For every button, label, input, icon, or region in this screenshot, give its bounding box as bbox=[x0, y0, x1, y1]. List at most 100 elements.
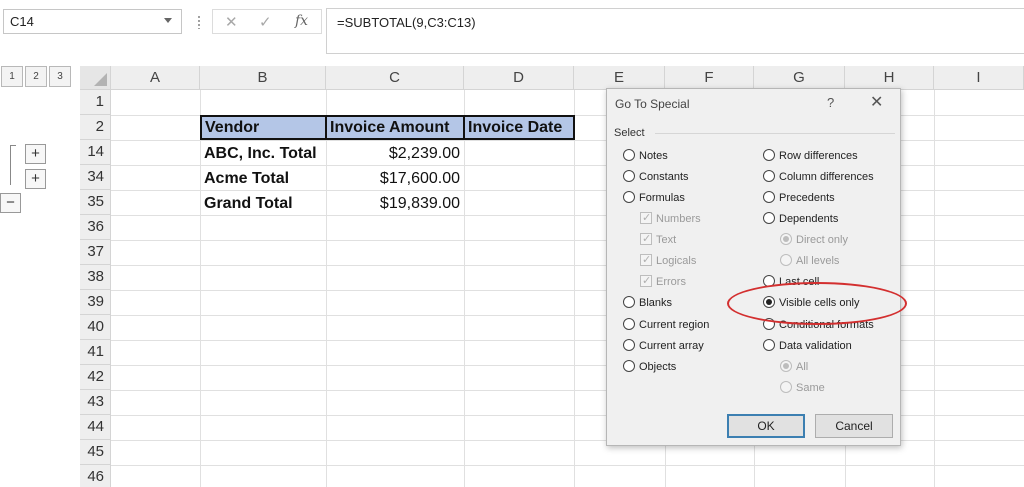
row-header[interactable]: 35 bbox=[80, 190, 111, 215]
option-current-region[interactable]: Current region bbox=[623, 317, 709, 333]
cell-b35[interactable]: Grand Total bbox=[200, 191, 326, 216]
radio-icon bbox=[780, 381, 792, 393]
radio-icon[interactable] bbox=[763, 191, 775, 203]
column-header-e[interactable]: E bbox=[574, 66, 665, 90]
radio-icon[interactable] bbox=[623, 149, 635, 161]
cell-c34[interactable]: $17,600.00 bbox=[326, 166, 464, 191]
cell-c35[interactable]: $19,839.00 bbox=[326, 191, 464, 216]
close-icon[interactable]: ✕ bbox=[870, 92, 883, 112]
cell-c2-header[interactable]: Invoice Amount bbox=[325, 115, 465, 140]
row-header[interactable]: 36 bbox=[80, 215, 111, 240]
cancel-icon[interactable]: ✕ bbox=[225, 13, 238, 31]
option-data-validation[interactable]: Data validation bbox=[763, 338, 852, 354]
row-header[interactable]: 37 bbox=[80, 240, 111, 265]
outline-group-tick bbox=[10, 145, 16, 146]
row-header[interactable]: 46 bbox=[80, 465, 111, 487]
column-header-a[interactable]: A bbox=[111, 66, 200, 90]
option-validation-all: All bbox=[780, 359, 808, 375]
radio-icon[interactable] bbox=[763, 212, 775, 224]
option-label: Data validation bbox=[779, 340, 852, 352]
option-row-differences[interactable]: Row differences bbox=[763, 148, 858, 164]
radio-icon[interactable] bbox=[763, 170, 775, 182]
dialog-title: Go To Special bbox=[615, 97, 690, 111]
outline-level-2-button[interactable]: 2 bbox=[25, 66, 47, 87]
column-header-d[interactable]: D bbox=[464, 66, 574, 90]
row-header[interactable]: 40 bbox=[80, 315, 111, 340]
option-label: Column differences bbox=[779, 171, 874, 183]
drag-handle-icon[interactable] bbox=[198, 15, 200, 29]
radio-icon[interactable] bbox=[623, 296, 635, 308]
checkbox-icon bbox=[640, 252, 652, 268]
option-notes[interactable]: Notes bbox=[623, 148, 668, 164]
option-current-array[interactable]: Current array bbox=[623, 338, 704, 354]
row-header[interactable]: 14 bbox=[80, 140, 111, 165]
formula-text: =SUBTOTAL(9,C3:C13) bbox=[337, 15, 476, 30]
cell-b34[interactable]: Acme Total bbox=[200, 166, 326, 191]
option-formulas[interactable]: Formulas bbox=[623, 190, 685, 206]
row-header[interactable]: 34 bbox=[80, 165, 111, 190]
name-box[interactable]: C14 bbox=[3, 9, 182, 34]
row-header[interactable]: 1 bbox=[80, 90, 111, 115]
row-header[interactable]: 38 bbox=[80, 265, 111, 290]
grid-line bbox=[464, 90, 465, 487]
cell-b14[interactable]: ABC, Inc. Total bbox=[200, 141, 326, 166]
radio-icon bbox=[780, 360, 792, 372]
radio-icon[interactable] bbox=[623, 360, 635, 372]
radio-icon[interactable] bbox=[763, 339, 775, 351]
checkbox-icon bbox=[640, 273, 652, 289]
chevron-down-icon[interactable] bbox=[164, 18, 172, 23]
select-group-label: Select bbox=[614, 127, 645, 139]
radio-icon[interactable] bbox=[623, 339, 635, 351]
enter-icon[interactable]: ✓ bbox=[259, 13, 272, 31]
row-header[interactable]: 41 bbox=[80, 340, 111, 365]
option-label: All levels bbox=[796, 255, 840, 267]
row-header[interactable]: 39 bbox=[80, 290, 111, 315]
radio-icon[interactable] bbox=[623, 170, 635, 182]
help-icon[interactable]: ? bbox=[827, 95, 834, 110]
option-constants[interactable]: Constants bbox=[623, 169, 689, 185]
column-header-f[interactable]: F bbox=[665, 66, 754, 90]
option-objects[interactable]: Objects bbox=[623, 359, 676, 375]
option-precedents[interactable]: Precedents bbox=[763, 190, 835, 206]
grid-line bbox=[574, 90, 575, 487]
option-blanks[interactable]: Blanks bbox=[623, 295, 672, 311]
column-header-b[interactable]: B bbox=[200, 66, 326, 90]
select-all-icon bbox=[94, 73, 107, 86]
option-label: Constants bbox=[639, 171, 689, 183]
radio-icon[interactable] bbox=[623, 191, 635, 203]
option-column-differences[interactable]: Column differences bbox=[763, 169, 874, 185]
checkbox-errors: Errors bbox=[640, 273, 686, 290]
grid-line bbox=[111, 465, 1024, 466]
radio-icon bbox=[780, 233, 792, 245]
expand-group-button[interactable]: + bbox=[25, 169, 46, 189]
column-header-i[interactable]: I bbox=[934, 66, 1024, 90]
group-divider bbox=[655, 133, 895, 134]
insert-function-icon[interactable]: fx bbox=[295, 13, 308, 29]
row-header[interactable]: 42 bbox=[80, 365, 111, 390]
option-label: Current array bbox=[639, 340, 704, 352]
radio-icon[interactable] bbox=[763, 149, 775, 161]
cell-c14[interactable]: $2,239.00 bbox=[326, 141, 464, 166]
row-header[interactable]: 44 bbox=[80, 415, 111, 440]
checkbox-icon bbox=[640, 210, 652, 226]
collapse-group-button[interactable]: − bbox=[0, 193, 21, 213]
ok-button[interactable]: OK bbox=[727, 414, 805, 438]
cell-d2-header[interactable]: Invoice Date bbox=[463, 115, 575, 140]
column-header-h[interactable]: H bbox=[845, 66, 934, 90]
option-label: Objects bbox=[639, 361, 677, 373]
select-all-button[interactable] bbox=[80, 66, 111, 90]
column-header-c[interactable]: C bbox=[326, 66, 464, 90]
outline-level-1-button[interactable]: 1 bbox=[1, 66, 23, 87]
row-header[interactable]: 2 bbox=[80, 115, 111, 140]
formula-input[interactable]: =SUBTOTAL(9,C3:C13) bbox=[326, 8, 1024, 54]
row-header[interactable]: 45 bbox=[80, 440, 111, 465]
option-validation-same: Same bbox=[780, 380, 825, 396]
row-header[interactable]: 43 bbox=[80, 390, 111, 415]
option-dependents[interactable]: Dependents bbox=[763, 211, 838, 227]
cell-b2-header[interactable]: Vendor bbox=[200, 115, 327, 140]
radio-icon[interactable] bbox=[623, 318, 635, 330]
outline-level-3-button[interactable]: 3 bbox=[49, 66, 71, 87]
cancel-button[interactable]: Cancel bbox=[815, 414, 893, 438]
expand-group-button[interactable]: + bbox=[25, 144, 46, 164]
column-header-g[interactable]: G bbox=[754, 66, 845, 90]
